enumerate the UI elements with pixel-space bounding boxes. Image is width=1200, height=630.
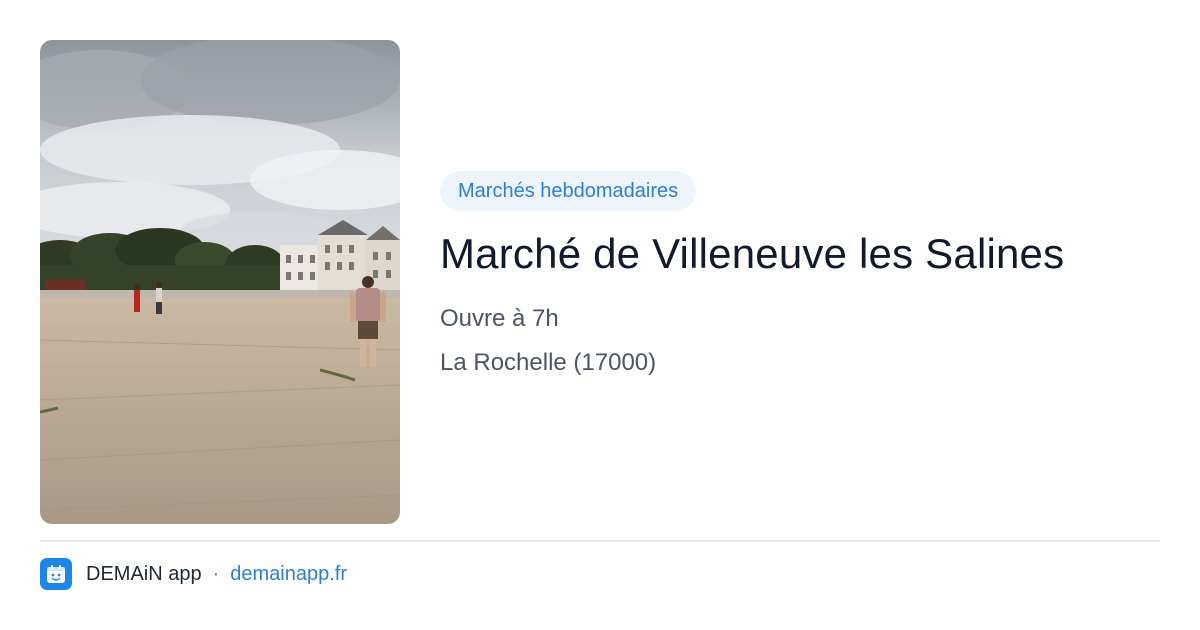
opening-hours: Ouvre à 7h — [440, 305, 559, 332]
footer: DEMAiN app · demainapp.fr — [40, 558, 347, 590]
market-location: La Rochelle (17000) — [440, 349, 657, 376]
app-name: DEMAiN app — [86, 562, 202, 585]
site-link[interactable]: demainapp.fr — [230, 563, 347, 586]
share-card: Marchés hebdomadaires Marché de Villeneu… — [0, 0, 1200, 630]
market-info: Marchés hebdomadaires Marché de Villeneu… — [440, 171, 1160, 379]
market-title: Marché de Villeneuve les Salines — [440, 230, 1065, 277]
calendar-face-icon — [40, 558, 72, 590]
footer-divider — [40, 540, 1160, 542]
separator-dot: · — [212, 562, 220, 585]
market-photo-image — [40, 40, 400, 524]
category-badge[interactable]: Marchés hebdomadaires — [440, 171, 697, 211]
market-photo — [40, 40, 400, 524]
